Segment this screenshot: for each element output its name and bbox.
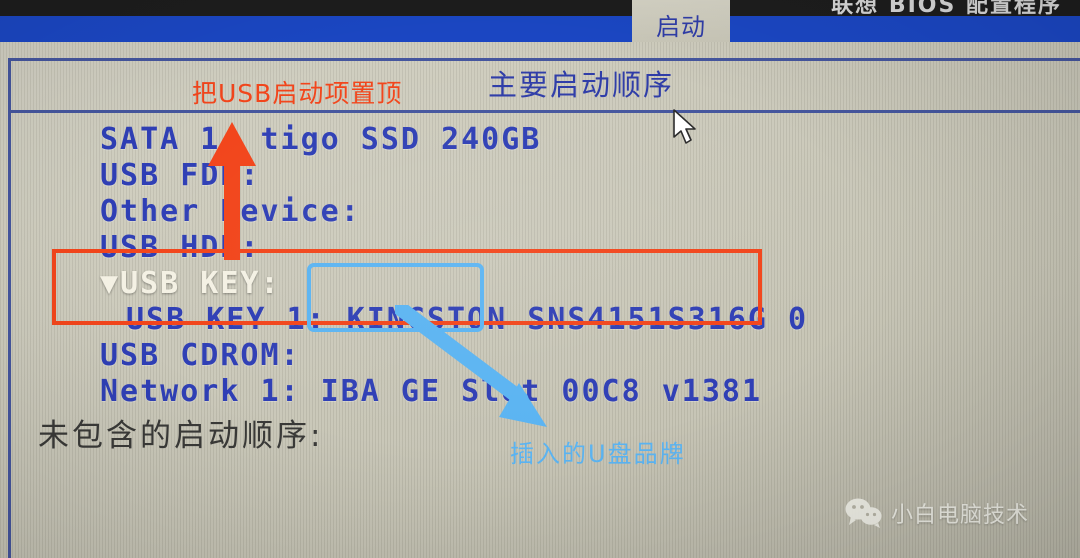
- mouse-pointer-icon: [673, 109, 696, 144]
- bios-title-text: 联想 BIOS 配置程序: [831, 0, 1062, 16]
- tab-boot-label: 启动: [656, 12, 706, 41]
- diagonal-arrow-icon: [395, 305, 547, 427]
- bios-screen-photo: 联想 BIOS 配置程序 启动 把USB启动项置顶 主要启动顺序 SATA 1:…: [0, 0, 1080, 558]
- watermark: 小白电脑技术: [845, 492, 1029, 534]
- bios-window-titlebar: 联想 BIOS 配置程序: [0, 0, 1080, 16]
- annotation-blue-note: 插入的U盘品牌: [510, 440, 686, 468]
- panel-left-border: [8, 58, 11, 558]
- up-arrow-icon: [208, 122, 256, 260]
- wechat-icon: [845, 498, 882, 528]
- excluded-boot-order-heading: 未包含的启动顺序:: [38, 418, 324, 454]
- list-item-label: USB CDROM:: [100, 338, 301, 373]
- tab-boot[interactable]: 启动: [632, 0, 730, 42]
- panel-heading-divider: [8, 110, 1080, 113]
- bios-menu-bar: [0, 16, 1080, 42]
- section-heading-primary-boot-order: 主要启动顺序: [488, 68, 675, 102]
- list-item-label: SATA 1: tigo SSD 240GB: [100, 122, 542, 157]
- annotation-red-note: 把USB启动项置顶: [192, 79, 403, 108]
- panel-top-border: [8, 58, 1080, 61]
- watermark-text: 小白电脑技术: [891, 503, 1030, 528]
